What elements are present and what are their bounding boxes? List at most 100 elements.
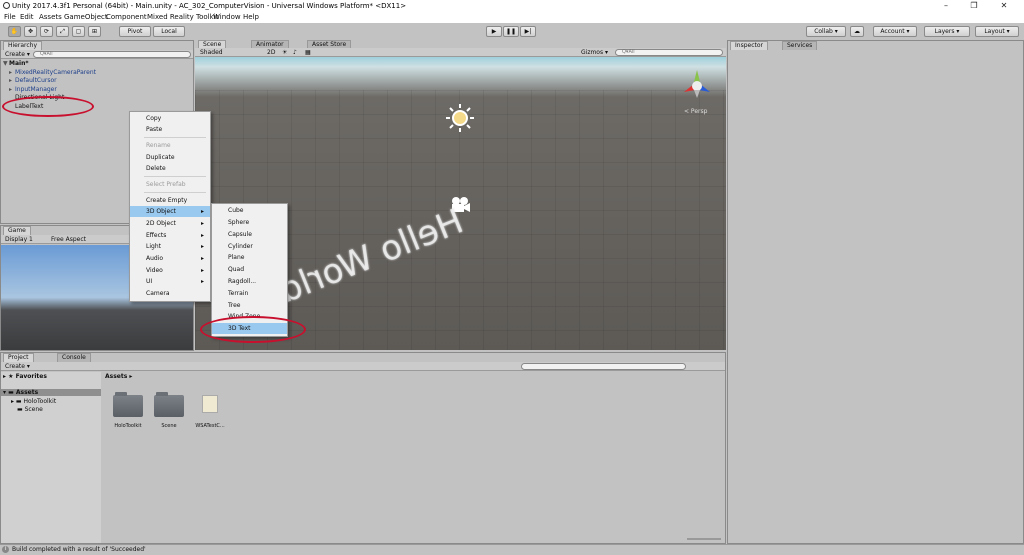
menu-help[interactable]: Help [243,13,259,21]
transform-tool-icon[interactable]: ⊞ [88,26,101,37]
menu-window[interactable]: Window [213,13,241,21]
menu-item-camera[interactable]: Camera [130,288,210,299]
step-button[interactable]: ▶| [520,26,536,37]
project-tree-label: HoloToolkit [23,398,57,405]
menu-item-3d-object[interactable]: 3D Object ▸ [130,206,210,217]
folder-icon[interactable] [154,392,184,417]
cloud-icon[interactable]: ☁ [850,26,864,37]
pause-button[interactable]: ❚❚ [503,26,519,37]
menu-item-label: UI [146,278,153,285]
menu-item-create-empty[interactable]: Create Empty [130,195,210,206]
hand-tool-icon[interactable]: ✋ [8,26,21,37]
menu-item-audio[interactable]: Audio ▸ [130,253,210,264]
menu-item-ui[interactable]: UI ▸ [130,276,210,287]
hierarchy-item[interactable]: ▸ MixedRealityCameraParent [9,69,96,76]
scale-tool-icon[interactable]: ⤢ [56,26,69,37]
shading-mode-dropdown[interactable]: Shaded [200,49,223,56]
tab-console[interactable]: Console [57,353,91,362]
submenu-item-tree[interactable]: Tree [212,300,287,311]
scene-orientation-gizmo[interactable] [676,64,718,104]
aspect-dropdown[interactable]: Free Aspect [51,236,86,243]
scene-toolbar: Shaded 2D ☀ ♪ ▦ Gizmos ▾ Q▾All [195,48,726,57]
submenu-item-capsule[interactable]: Capsule [212,229,287,240]
directional-light-icon[interactable] [445,103,475,133]
menu-item-duplicate[interactable]: Duplicate [130,152,210,163]
layout-button[interactable]: Layout ▾ [975,26,1019,37]
menu-edit[interactable]: Edit [20,13,34,21]
status-message[interactable]: Build completed with a result of 'Succee… [12,546,146,553]
submenu-arrow-icon: ▸ [200,208,204,215]
submenu-item-plane[interactable]: Plane [212,252,287,263]
menu-item-paste[interactable]: Paste [130,124,210,135]
menu-file[interactable]: File [4,13,16,21]
account-button[interactable]: Account ▾ [873,26,917,37]
submenu-item-quad[interactable]: Quad [212,264,287,275]
submenu-arrow-icon: ▸ [200,220,204,227]
lighting-toggle-icon[interactable]: ☀ [282,49,287,56]
effects-toggle-icon[interactable]: ▦ [305,49,311,56]
collab-button[interactable]: Collab ▾ [806,26,846,37]
scene-root-item[interactable]: ▼Main* [3,60,29,67]
tab-hierarchy[interactable]: Hierarchy [3,41,43,50]
submenu-item-terrain[interactable]: Terrain [212,288,287,299]
menu-mixed-reality-toolkit[interactable]: Mixed Reality Toolkit [147,13,218,21]
menu-item-copy[interactable]: Copy [130,113,210,124]
hierarchy-item[interactable]: ▸ DefaultCursor [9,77,57,84]
tab-services[interactable]: Services [782,41,818,50]
2d-toggle[interactable]: 2D [267,49,275,56]
menu-assets[interactable]: Assets [39,13,62,21]
project-tree: ▸ ★ Favorites ▾ ▬ Assets ▸ ▬ HoloToolkit… [1,372,101,543]
project-tree-item[interactable]: ▸ ▬ HoloToolkit [11,398,56,405]
favorites-item[interactable]: ▸ ★ Favorites [3,373,47,380]
submenu-item-sphere[interactable]: Sphere [212,217,287,228]
project-tree-item[interactable]: ▬ Scene [17,406,43,413]
project-toolbar: Create ▾ [1,362,725,371]
perspective-label[interactable]: < Persp [684,108,707,115]
menu-item-video[interactable]: Video ▸ [130,265,210,276]
move-tool-icon[interactable]: ✥ [24,26,37,37]
asset-label: Scene [161,423,177,429]
tab-project[interactable]: Project [3,353,34,362]
hierarchy-item[interactable]: ▸ InputManager [9,86,57,93]
tab-inspector[interactable]: Inspector [730,41,768,50]
submenu-item-ragdoll[interactable]: Ragdoll... [212,276,287,287]
zoom-slider[interactable] [687,538,721,540]
folder-icon[interactable] [113,392,143,417]
menu-item-effects[interactable]: Effects ▸ [130,230,210,241]
rect-tool-icon[interactable]: ▢ [72,26,85,37]
menu-item-2d-object[interactable]: 2D Object ▸ [130,218,210,229]
menu-component[interactable]: Component [106,13,147,21]
scene-root-label: Main* [9,60,29,67]
rotate-tool-icon[interactable]: ⟳ [40,26,53,37]
submenu-item-cube[interactable]: Cube [212,205,287,216]
project-breadcrumb[interactable]: Assets ▸ [105,373,132,380]
project-create-button[interactable]: Create ▾ [5,363,30,370]
close-button[interactable]: ✕ [990,0,1018,12]
audio-toggle-icon[interactable]: ♪ [293,49,297,56]
tab-game[interactable]: Game [3,226,31,235]
menu-item-label: Audio [146,255,164,262]
info-icon: i [2,546,9,553]
hierarchy-search-input[interactable]: Q▾All [33,51,191,58]
maximize-button[interactable]: ❐ [960,0,988,12]
hierarchy-create-button[interactable]: Create ▾ [5,51,30,58]
display-dropdown[interactable]: Display 1 [5,236,33,243]
unity-logo-icon [3,2,10,9]
project-tree-label: Scene [24,406,43,413]
minimize-button[interactable]: – [932,0,960,12]
script-file-icon[interactable] [202,395,218,413]
project-search-input[interactable] [521,363,686,370]
gizmos-dropdown[interactable]: Gizmos ▾ [581,49,608,56]
asset-label: HoloToolkit [114,423,142,429]
submenu-item-cylinder[interactable]: Cylinder [212,241,287,252]
layers-button[interactable]: Layers ▾ [924,26,970,37]
menu-gameobject[interactable]: GameObject [64,13,108,21]
play-button[interactable]: ▶ [486,26,502,37]
scene-search-input[interactable]: Q▾All [615,49,723,56]
hierarchy-item-label: InputManager [15,86,57,93]
pivot-toggle[interactable]: Pivot [119,26,151,37]
local-toggle[interactable]: Local [153,26,185,37]
menu-item-delete[interactable]: Delete [130,163,210,174]
assets-tree-item[interactable]: ▾ ▬ Assets [1,389,101,396]
menu-item-light[interactable]: Light ▸ [130,241,210,252]
